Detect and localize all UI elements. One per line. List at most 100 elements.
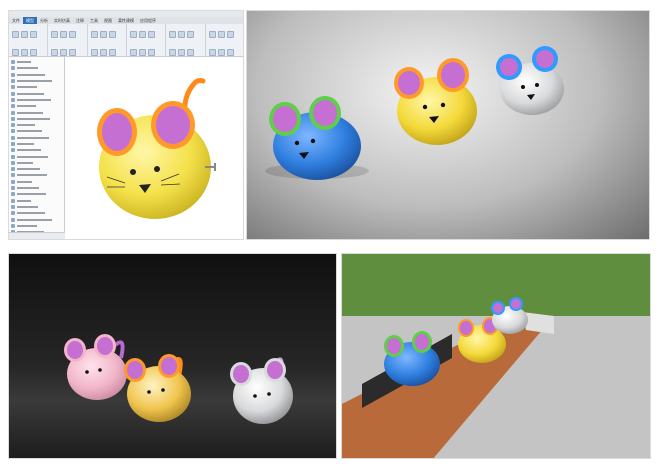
tool-icon[interactable] (30, 49, 37, 56)
tool-icon[interactable] (147, 31, 155, 38)
feature-icon (11, 79, 15, 84)
tree-item-label (17, 92, 44, 95)
feature-icon (11, 154, 15, 159)
tool-icon[interactable] (129, 31, 137, 38)
feature-icon (11, 85, 15, 90)
tree-item-label (17, 149, 41, 152)
tool-icon[interactable] (138, 49, 146, 56)
feature-icon (11, 198, 15, 203)
tree-item-label (17, 111, 43, 114)
status-bar (9, 232, 65, 239)
tool-icon[interactable] (217, 31, 225, 38)
tool-icon[interactable] (138, 31, 146, 38)
tree-item-label (17, 98, 51, 101)
feature-icon (11, 60, 15, 65)
ribbon-group (88, 24, 127, 57)
tree-item-label (17, 130, 42, 133)
ribbon-tab[interactable]: 文件 (9, 17, 23, 24)
tree-item-label (17, 61, 31, 64)
ribbon-tab[interactable]: 实时仿真 (51, 17, 73, 24)
tool-icon[interactable] (226, 49, 234, 56)
ribbon-toolbar: 文件 模型 分析 实时仿真 注释 工具 视图 柔性建模 应用程序 (9, 11, 243, 57)
feature-icon (11, 223, 15, 228)
ribbon-groups (9, 24, 243, 57)
tree-item-label (17, 155, 48, 158)
tool-icon[interactable] (217, 49, 225, 56)
tree-item-label (17, 117, 50, 120)
ribbon-tab[interactable]: 应用程序 (137, 17, 159, 24)
feature-icon (11, 66, 15, 71)
tool-icon[interactable] (208, 49, 216, 56)
tree-item-label (17, 174, 47, 177)
image-collage: 文件 模型 分析 实时仿真 注释 工具 视图 柔性建模 应用程序 (0, 0, 660, 469)
tool-icon[interactable] (169, 31, 177, 38)
ribbon-tab[interactable]: 注释 (73, 17, 87, 24)
tool-icon[interactable] (51, 31, 59, 38)
tree-item-label (17, 212, 45, 215)
cad-window: 文件 模型 分析 实时仿真 注释 工具 视图 柔性建模 应用程序 (8, 10, 244, 240)
tool-icon[interactable] (69, 49, 77, 56)
tool-icon[interactable] (208, 31, 216, 38)
ribbon-group (9, 24, 49, 57)
feature-icon (11, 135, 15, 140)
ribbon-tab[interactable]: 模型 (23, 17, 37, 24)
tool-icon[interactable] (90, 49, 98, 56)
tool-icon[interactable] (90, 31, 98, 38)
tree-item-label (17, 143, 34, 145)
render-dark-studio (8, 253, 337, 459)
feature-icon (11, 123, 15, 128)
ribbon-tab[interactable]: 工具 (87, 17, 101, 24)
feature-icon (11, 167, 15, 172)
tool-icon[interactable] (178, 31, 186, 38)
ribbon-group (48, 24, 88, 57)
tree-item-label (17, 199, 31, 202)
feature-icon (11, 217, 15, 222)
tree-item-label (17, 187, 39, 190)
tool-icon[interactable] (108, 49, 116, 56)
render-outdoor-bench (341, 253, 651, 459)
ribbon-tab[interactable]: 视图 (101, 17, 115, 24)
tool-icon[interactable] (187, 49, 195, 56)
3d-viewport[interactable] (65, 57, 243, 239)
feature-icon (11, 104, 15, 109)
tree-item-label (17, 105, 36, 108)
tool-icon[interactable] (51, 49, 59, 56)
tool-icon[interactable] (69, 31, 77, 38)
tool-icon[interactable] (60, 49, 68, 56)
model-tree[interactable] (9, 57, 65, 239)
tool-icon[interactable] (108, 31, 116, 38)
feature-icon (11, 204, 15, 209)
tool-icon[interactable] (169, 49, 177, 56)
tree-item-label (17, 136, 49, 139)
feature-icon (11, 186, 15, 191)
tree-item-label (17, 80, 52, 83)
ribbon-tab[interactable]: 柔性建模 (115, 17, 137, 24)
feature-icon (11, 72, 15, 77)
tree-item-label (17, 180, 32, 183)
tool-icon[interactable] (60, 31, 68, 38)
mice-on-bench-scene (342, 254, 650, 458)
ribbon-tab[interactable]: 分析 (37, 17, 51, 24)
yellow-mouse-model (97, 78, 216, 219)
tree-item-label (17, 86, 37, 89)
feature-icon (11, 129, 15, 134)
feature-icon (11, 179, 15, 184)
tool-icon[interactable] (99, 31, 107, 38)
tool-icon[interactable] (226, 31, 234, 38)
tree-item-label (17, 224, 37, 227)
tool-icon[interactable] (178, 49, 186, 56)
tool-icon[interactable] (99, 49, 107, 56)
tree-item-label (17, 218, 52, 221)
feature-icon (11, 192, 15, 197)
tool-icon[interactable] (12, 49, 19, 56)
tool-icon[interactable] (30, 31, 37, 38)
tool-icon[interactable] (147, 49, 155, 56)
feature-icon (11, 173, 15, 178)
render-studio-gray (246, 10, 650, 240)
tool-icon[interactable] (129, 49, 137, 56)
tool-icon[interactable] (187, 31, 195, 38)
feature-icon (11, 110, 15, 115)
tool-icon[interactable] (21, 31, 28, 38)
tool-icon[interactable] (21, 49, 28, 56)
tool-icon[interactable] (12, 31, 19, 38)
